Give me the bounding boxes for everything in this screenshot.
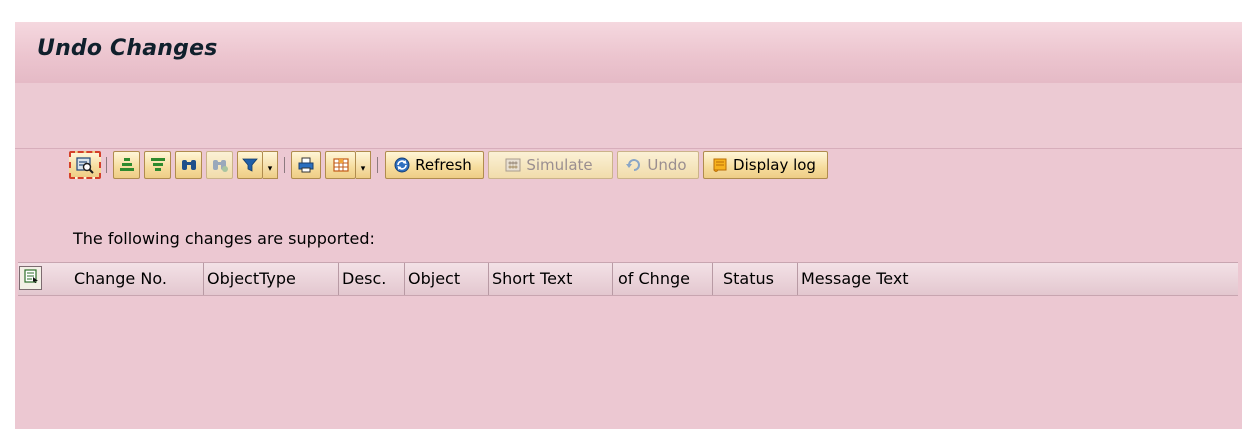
alv-toolbar: ▾ ▾ Refresh Simulate Undo Display log (52, 149, 1152, 183)
filter-icon (240, 155, 260, 175)
supported-changes-text: The following changes are supported: (73, 229, 375, 248)
sort-ascending-button[interactable] (113, 151, 140, 179)
column-header-status[interactable]: Status (713, 263, 798, 295)
column-header-message-text[interactable]: Message Text (798, 263, 1098, 295)
display-log-button[interactable]: Display log (703, 151, 828, 179)
select-all-button[interactable] (19, 266, 42, 290)
display-log-label: Display log (733, 156, 816, 174)
sort-descending-icon (148, 155, 168, 175)
filter-button[interactable] (237, 151, 263, 179)
toolbar-separator (106, 157, 107, 173)
find-next-button[interactable] (206, 151, 233, 179)
sort-descending-button[interactable] (144, 151, 171, 179)
column-header-short-text[interactable]: Short Text (489, 263, 613, 295)
sort-ascending-icon (117, 155, 137, 175)
title-bar: Undo Changes (15, 22, 1242, 83)
refresh-button[interactable]: Refresh (385, 151, 484, 179)
binoculars-plus-icon (210, 155, 230, 175)
find-button[interactable] (175, 151, 202, 179)
column-header-change-no[interactable]: Change No. (71, 263, 204, 295)
refresh-icon (392, 155, 412, 175)
toolbar-separator (377, 157, 378, 173)
scroll-log-icon (710, 155, 730, 175)
refresh-label: Refresh (415, 156, 472, 174)
toolbar-separator (284, 157, 285, 173)
filter-dropdown-arrow[interactable]: ▾ (263, 151, 278, 179)
column-header-of-change[interactable]: of Chnge (615, 263, 713, 295)
undo-button[interactable]: Undo (617, 151, 699, 179)
column-header-object-type[interactable]: ObjectType (204, 263, 339, 295)
undo-icon (624, 155, 644, 175)
simulate-label: Simulate (526, 156, 593, 174)
layout-button[interactable] (325, 151, 356, 179)
print-button[interactable] (291, 151, 321, 179)
select-all-icon (23, 268, 39, 288)
details-button[interactable] (69, 151, 101, 179)
grid-layout-icon (331, 155, 351, 175)
simulate-icon (503, 155, 523, 175)
table-header: Change No. ObjectType Desc. Object Short… (18, 262, 1238, 296)
simulate-button[interactable]: Simulate (488, 151, 613, 179)
application-toolbar (15, 83, 1242, 149)
page-title: Undo Changes (37, 36, 218, 61)
printer-icon (296, 155, 316, 175)
column-header-desc[interactable]: Desc. (339, 263, 405, 295)
sap-window: Undo Changes (15, 22, 1242, 429)
undo-label: Undo (647, 156, 687, 174)
binoculars-icon (179, 155, 199, 175)
layout-dropdown-arrow[interactable]: ▾ (356, 151, 371, 179)
column-header-object[interactable]: Object (405, 263, 489, 295)
magnifier-details-icon (75, 155, 95, 175)
